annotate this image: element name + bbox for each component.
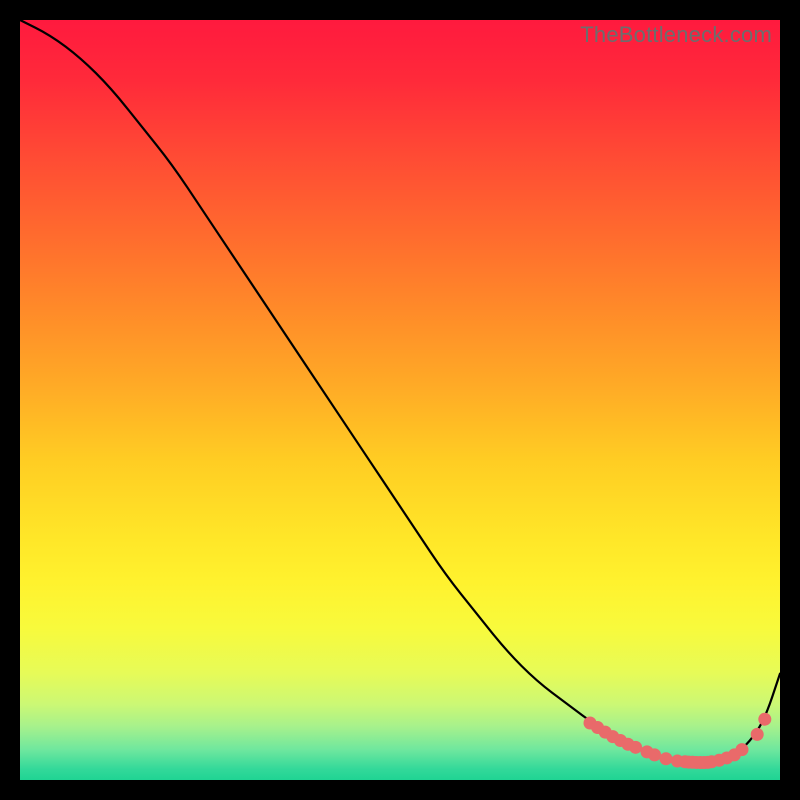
data-marker (629, 741, 642, 754)
data-marker (736, 743, 749, 756)
watermark-label: TheBottleneck.com (580, 22, 772, 48)
data-marker (660, 752, 673, 765)
data-marker (648, 748, 661, 761)
gradient-background (20, 20, 780, 780)
data-marker (751, 728, 764, 741)
chart-frame: TheBottleneck.com (20, 20, 780, 780)
data-marker (758, 713, 771, 726)
bottleneck-chart (20, 20, 780, 780)
